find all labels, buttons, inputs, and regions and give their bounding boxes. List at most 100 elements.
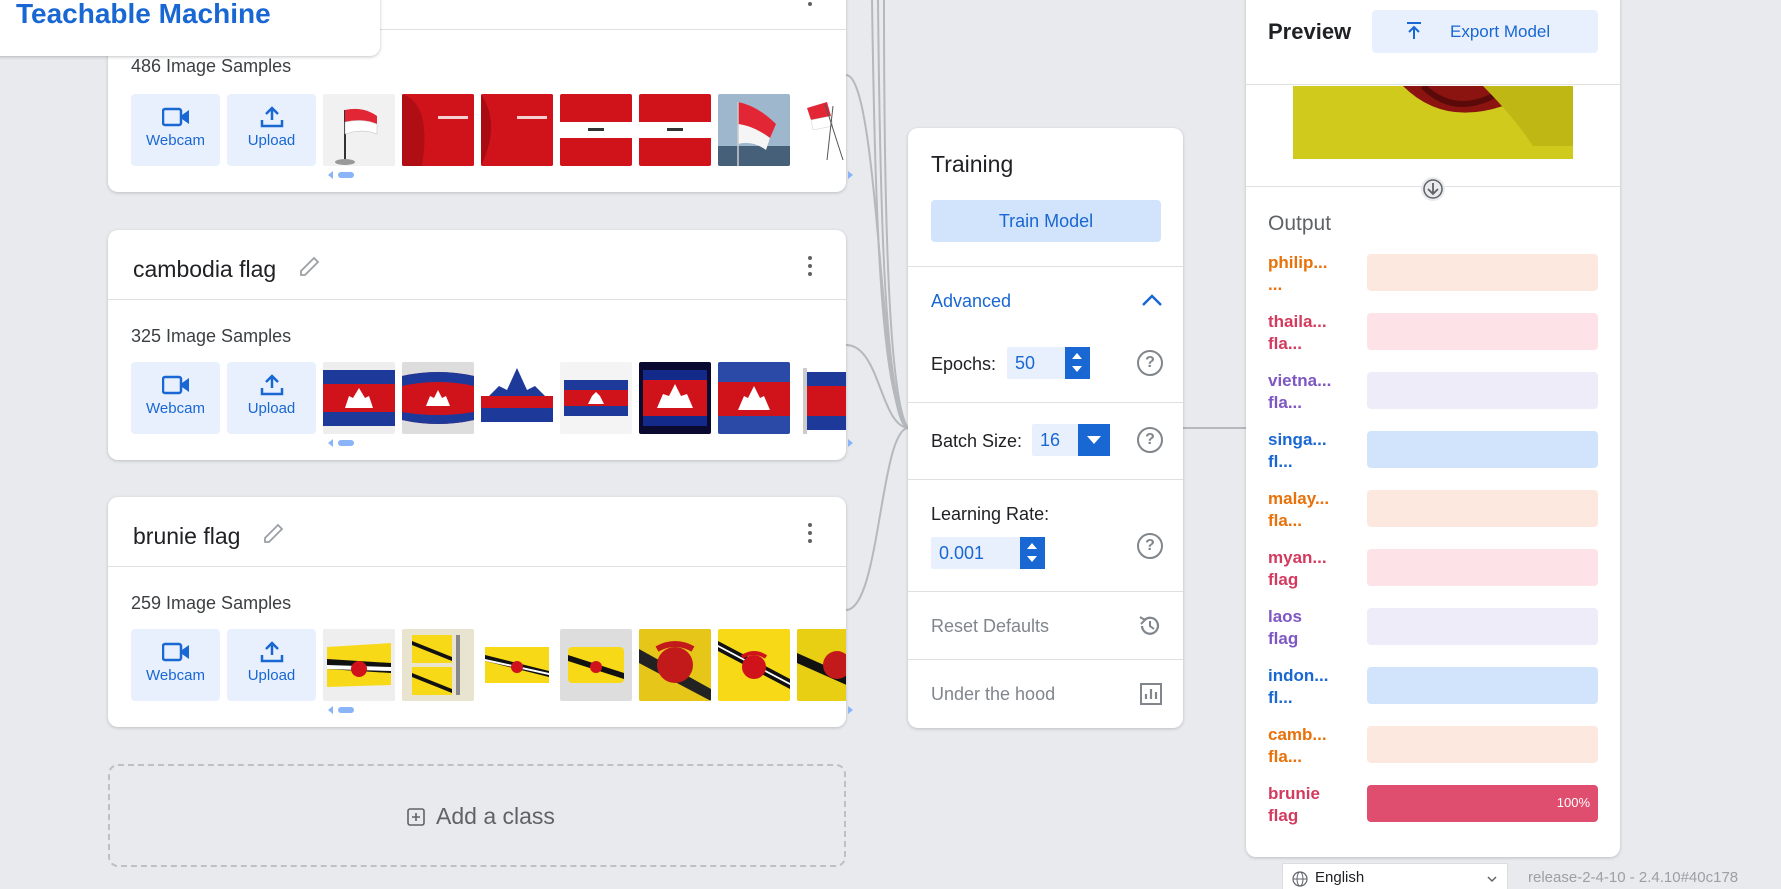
chevron-down-icon[interactable]: [1078, 424, 1110, 456]
confidence-bar: [1367, 667, 1598, 704]
upload-button[interactable]: Upload: [227, 629, 316, 701]
webcam-label: Webcam: [146, 667, 205, 684]
learning-rate-input[interactable]: 0.001: [931, 537, 1045, 569]
app-title: Teachable Machine: [16, 0, 271, 29]
class-card-brunie: brunie flag 259 Image Samples Webcam Upl…: [108, 497, 853, 727]
edit-pencil-icon[interactable]: [262, 521, 286, 545]
batch-size-value: 16: [1040, 430, 1061, 450]
output-label-line1: brunie: [1268, 784, 1320, 803]
training-panel: Training Train Model Advanced Epochs: 50…: [908, 128, 1183, 728]
output-label: philip......: [1268, 252, 1328, 296]
sample-thumbnail[interactable]: [323, 94, 395, 166]
add-class-button[interactable]: Add a class: [108, 764, 846, 867]
batch-size-help-icon[interactable]: ?: [1137, 427, 1163, 453]
class-menu-icon[interactable]: [807, 523, 813, 543]
chevron-up-icon: [1142, 294, 1162, 306]
confidence-percent: 100%: [1556, 795, 1590, 810]
thumb-scrollbar[interactable]: [328, 705, 853, 715]
history-icon: [1139, 616, 1160, 635]
output-label-line2: ...: [1268, 275, 1283, 294]
upload-button[interactable]: Upload: [227, 362, 316, 434]
thumb-scrollbar[interactable]: [328, 438, 853, 448]
sample-thumbnail[interactable]: [481, 629, 553, 701]
output-label-line2: flag: [1268, 806, 1299, 825]
sample-thumbnail[interactable]: [402, 629, 474, 701]
confidence-bar: [1367, 254, 1598, 291]
preview-title: Preview: [1268, 19, 1352, 44]
sample-thumbnail[interactable]: [797, 94, 846, 166]
app-logo[interactable]: Teachable Machine: [0, 0, 380, 56]
output-label: myan... flag: [1268, 547, 1327, 591]
confidence-bar: [1367, 608, 1598, 645]
sample-thumbnail[interactable]: [323, 362, 395, 434]
confidence-bar: 100%: [1367, 785, 1598, 822]
under-the-hood-button[interactable]: Under the hood: [908, 659, 1183, 728]
output-label: singa... fl...: [1268, 429, 1327, 473]
output-label-line2: fla...: [1268, 747, 1303, 766]
epochs-value: 50: [1015, 353, 1036, 373]
sample-thumbnail[interactable]: [402, 94, 474, 166]
epochs-help-icon[interactable]: ?: [1137, 350, 1163, 376]
epochs-stepper[interactable]: [1065, 347, 1090, 379]
sample-thumbnail[interactable]: [797, 629, 846, 701]
batch-size-select[interactable]: 16: [1032, 424, 1110, 456]
sample-thumbnail[interactable]: [402, 362, 474, 434]
sample-thumbnail[interactable]: [639, 94, 711, 166]
upload-button[interactable]: Upload: [227, 94, 316, 166]
sample-thumbnail[interactable]: [718, 94, 790, 166]
sample-thumbnails: [323, 629, 846, 701]
learning-rate-stepper[interactable]: [1020, 537, 1045, 569]
training-title: Training: [931, 151, 1014, 177]
advanced-label: Advanced: [931, 291, 1012, 311]
output-label-line1: camb...: [1268, 725, 1327, 744]
class-header: brunie flag: [108, 497, 846, 567]
language-label: English: [1315, 869, 1365, 886]
thumb-scrollbar[interactable]: [328, 170, 853, 180]
advanced-toggle[interactable]: Advanced: [908, 266, 1183, 337]
divider: [1246, 84, 1620, 85]
reset-defaults-label: Reset Defaults: [931, 616, 1050, 636]
chevron-down-icon: [1487, 876, 1497, 883]
webcam-button[interactable]: Webcam: [131, 94, 220, 166]
export-model-label: Export Model: [1450, 22, 1551, 41]
sample-thumbnail[interactable]: [718, 629, 790, 701]
webcam-label: Webcam: [146, 132, 205, 149]
edit-pencil-icon[interactable]: [298, 254, 322, 278]
webcam-button[interactable]: Webcam: [131, 362, 220, 434]
sample-thumbnail[interactable]: [323, 629, 395, 701]
output-label-line2: fl...: [1268, 688, 1293, 707]
scroll-down-button[interactable]: [1421, 177, 1445, 201]
class-name[interactable]: cambodia flag: [133, 256, 276, 283]
learning-rate-help-icon[interactable]: ?: [1137, 533, 1163, 559]
output-label-line1: indon...: [1268, 666, 1329, 685]
class-name[interactable]: brunie flag: [133, 523, 240, 550]
sample-thumbnails: [323, 362, 846, 434]
webcam-button[interactable]: Webcam: [131, 629, 220, 701]
train-model-button[interactable]: Train Model: [931, 200, 1161, 242]
webcam-icon: [161, 375, 189, 395]
release-version: release-2-4-10 - 2.4.10#40c178: [1528, 869, 1739, 886]
sample-thumbnail[interactable]: [639, 629, 711, 701]
confidence-bar: [1367, 549, 1598, 586]
sample-thumbnail[interactable]: [481, 94, 553, 166]
sample-thumbnail[interactable]: [560, 94, 632, 166]
sample-thumbnail[interactable]: [560, 629, 632, 701]
class-menu-icon[interactable]: [807, 0, 813, 6]
output-label-line2: fla...: [1268, 334, 1303, 353]
sample-thumbnail[interactable]: [797, 362, 846, 434]
sample-thumbnail[interactable]: [560, 362, 632, 434]
sample-thumbnail[interactable]: [718, 362, 790, 434]
globe-icon: [1292, 871, 1308, 887]
export-model-button[interactable]: Export Model: [1372, 10, 1598, 53]
output-label: indon... fl...: [1268, 665, 1328, 709]
upload-label: Upload: [247, 132, 296, 149]
confidence-bar: [1367, 431, 1598, 468]
reset-defaults-button[interactable]: Reset Defaults: [908, 591, 1183, 659]
language-select[interactable]: English: [1282, 863, 1508, 889]
confidence-bar: [1367, 490, 1598, 527]
sample-thumbnail[interactable]: [481, 362, 553, 434]
epochs-input[interactable]: 50: [1007, 347, 1090, 379]
class-menu-icon[interactable]: [807, 256, 813, 276]
webcam-label: Webcam: [146, 400, 205, 417]
sample-thumbnail[interactable]: [639, 362, 711, 434]
